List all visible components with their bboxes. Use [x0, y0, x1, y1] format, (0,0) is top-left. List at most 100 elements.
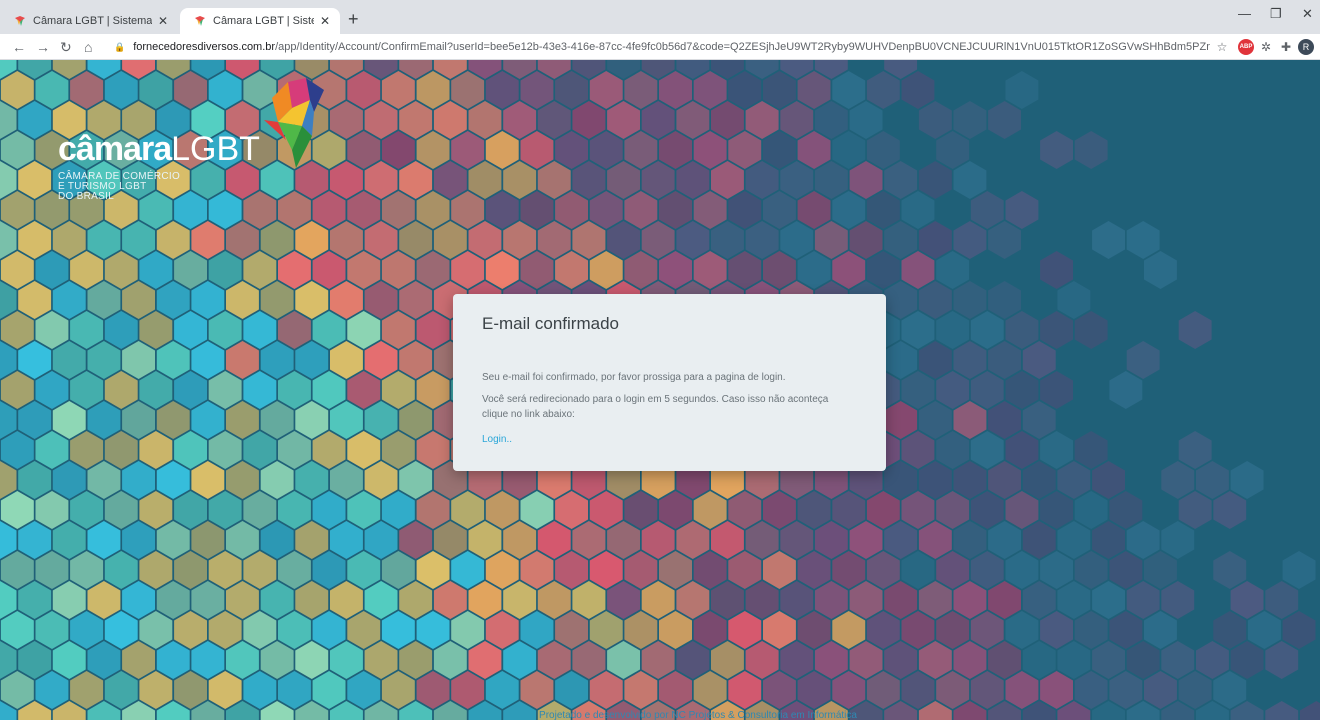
background-hexagon [763, 191, 796, 229]
background-hexagon [503, 221, 537, 259]
background-hexagon [485, 671, 519, 709]
background-hexagon [226, 461, 259, 499]
background-hexagon [763, 251, 796, 289]
background-hexagon [745, 581, 779, 619]
background-hexagon [191, 341, 225, 379]
background-hexagon [35, 611, 69, 649]
background-hexagon [797, 71, 831, 109]
background-hexagon [780, 221, 814, 259]
minimize-icon[interactable]: — [1238, 6, 1251, 21]
background-hexagon [797, 671, 831, 709]
background-hexagon [797, 131, 831, 169]
maximize-icon[interactable]: ❐ [1270, 6, 1282, 22]
background-hexagon [18, 281, 52, 319]
reload-icon[interactable]: ↻ [60, 38, 72, 56]
background-hexagon [260, 641, 294, 679]
background-hexagon [884, 461, 918, 499]
background-hexagon [797, 491, 831, 529]
background-hexagon [243, 371, 277, 409]
profile-avatar[interactable]: R [1298, 39, 1314, 55]
background-hexagon [1196, 641, 1229, 679]
background-hexagon [18, 401, 52, 439]
background-hexagon [468, 641, 502, 679]
background-hexagon [399, 641, 433, 679]
background-hexagon [35, 491, 69, 529]
background-hexagon [624, 71, 658, 109]
background-hexagon [953, 161, 987, 199]
background-hexagon [711, 521, 744, 559]
background-hexagon [52, 641, 86, 679]
background-hexagon [866, 551, 900, 589]
background-hexagon [849, 581, 883, 619]
close-tab-icon[interactable]: ✕ [158, 14, 168, 28]
background-hexagon [745, 521, 779, 559]
home-icon[interactable]: ⌂ [84, 38, 92, 56]
background-hexagon [416, 371, 450, 409]
background-hexagon [659, 71, 692, 109]
background-hexagon [589, 251, 623, 289]
new-tab-icon[interactable]: + [348, 8, 359, 30]
background-hexagon [243, 611, 277, 649]
background-hexagon [35, 551, 69, 589]
background-hexagon [485, 551, 519, 589]
background-hexagon [52, 341, 86, 379]
background-hexagon [745, 641, 779, 679]
close-tab-icon[interactable]: ✕ [320, 14, 330, 28]
background-hexagon [1161, 521, 1195, 559]
background-hexagon [918, 521, 952, 559]
background-hexagon [364, 521, 398, 559]
background-hexagon [832, 671, 866, 709]
background-hexagon [122, 521, 155, 559]
background-hexagon [676, 101, 710, 139]
background-hexagon [936, 131, 970, 169]
background-hexagon [191, 221, 225, 259]
background-hexagon [866, 191, 900, 229]
background-hexagon [191, 521, 225, 559]
background-hexagon [537, 521, 571, 559]
background-hexagon [87, 341, 121, 379]
background-hexagon [0, 131, 34, 169]
background-hexagon [399, 161, 433, 199]
background-hexagon [1040, 491, 1073, 529]
extension-icon[interactable]: ✲ [1258, 39, 1274, 55]
browser-tab[interactable]: Câmara LGBT | Sistema de Crede ✕ [0, 8, 178, 34]
background-hexagon [1057, 581, 1091, 619]
background-hexagon [1092, 461, 1125, 499]
puzzle-icon[interactable]: ✚ [1278, 39, 1294, 55]
background-hexagon [416, 71, 450, 109]
background-hexagon [693, 551, 727, 589]
background-hexagon [589, 491, 623, 529]
background-hexagon [641, 641, 675, 679]
star-icon[interactable]: ☆ [1214, 39, 1230, 55]
tab-title: Câmara LGBT | Sistema de Crede [213, 15, 314, 27]
background-hexagon [347, 71, 381, 109]
background-hexagon [87, 581, 121, 619]
background-hexagon [555, 671, 588, 709]
background-hexagon [156, 581, 190, 619]
address-bar[interactable]: 🔒 fornecedoresdiversos.com.br/app/Identi… [108, 36, 1210, 58]
background-hexagon [1005, 191, 1039, 229]
adblock-extension-icon[interactable]: ABP [1238, 39, 1254, 55]
browser-tab-active[interactable]: Câmara LGBT | Sistema de Crede ✕ [180, 8, 340, 34]
background-hexagon [763, 671, 796, 709]
background-hexagon [104, 611, 138, 649]
background-hexagon [763, 491, 796, 529]
back-arrow-icon[interactable]: ← [12, 38, 26, 56]
background-hexagon [624, 251, 658, 289]
background-hexagon [797, 551, 831, 589]
background-hexagon [433, 581, 467, 619]
background-hexagon [139, 431, 173, 469]
background-hexagon [693, 71, 727, 109]
lock-icon[interactable]: 🔒 [114, 42, 125, 53]
logo-mark-icon [264, 78, 324, 168]
background-hexagon [139, 371, 173, 409]
forward-arrow-icon[interactable]: → [36, 38, 50, 56]
background-hexagon [520, 671, 554, 709]
background-hexagon [260, 521, 294, 559]
background-hexagon [139, 491, 173, 529]
background-hexagon [330, 401, 363, 439]
background-hexagon [1126, 521, 1160, 559]
background-hexagon [330, 521, 363, 559]
close-window-icon[interactable]: ✕ [1302, 6, 1313, 22]
login-link[interactable]: Login.. [482, 434, 512, 445]
